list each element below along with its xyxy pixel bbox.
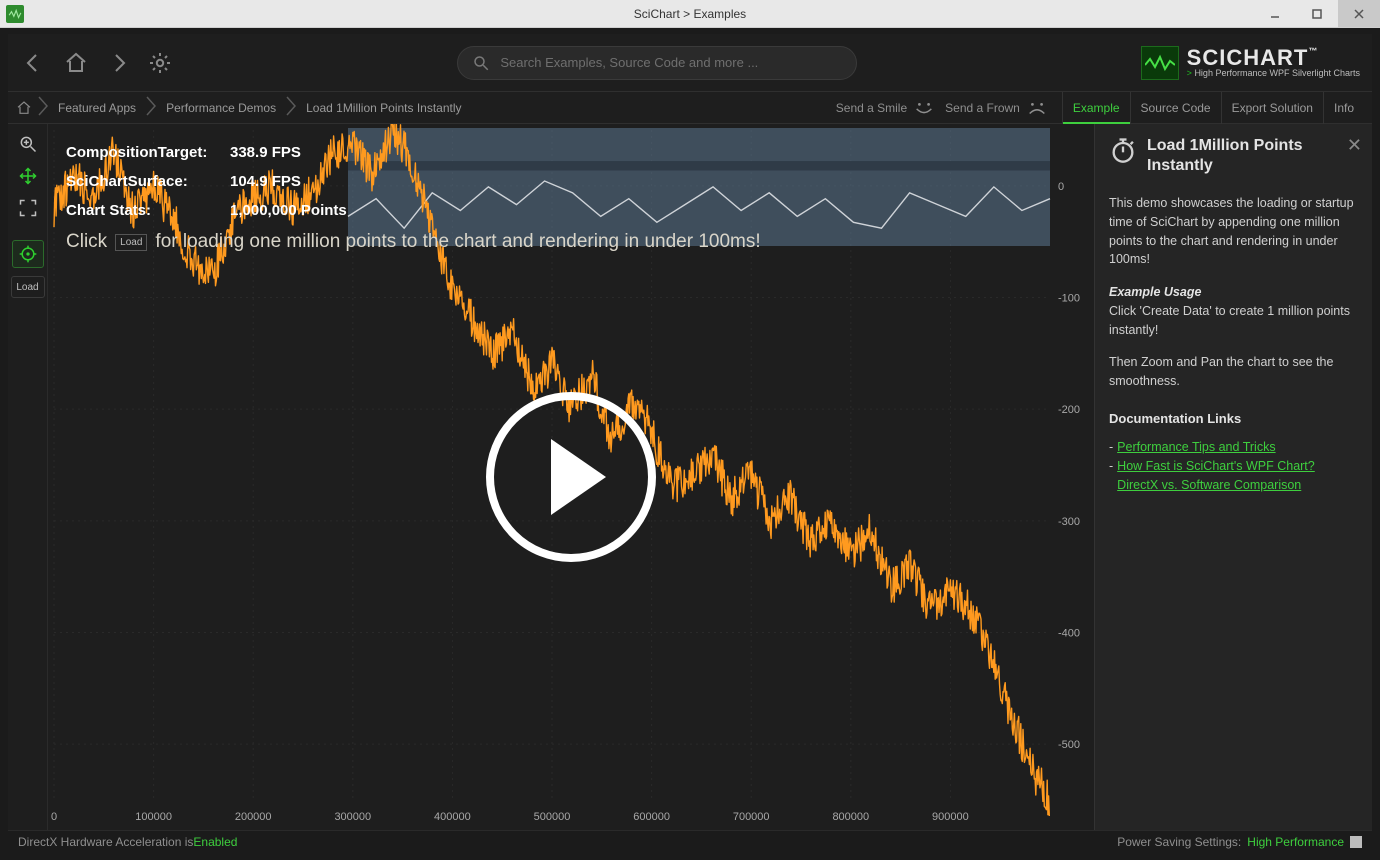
- doc-link[interactable]: Performance Tips and Tricks: [1117, 438, 1275, 457]
- breadcrumb-item[interactable]: Load 1Million Points Instantly: [302, 99, 465, 117]
- gear-icon[interactable]: [146, 49, 174, 77]
- panel-description: This demo showcases the loading or start…: [1109, 194, 1358, 269]
- stats-value: 1,000,000 Points: [230, 202, 347, 219]
- close-button[interactable]: [1338, 0, 1380, 27]
- breadcrumb-home[interactable]: [16, 100, 32, 116]
- svg-text:0: 0: [51, 811, 57, 823]
- breadcrumb-item[interactable]: Featured Apps: [54, 99, 140, 117]
- smile-icon: [913, 99, 935, 117]
- search-icon: [472, 54, 490, 72]
- target-icon[interactable]: [12, 240, 44, 268]
- titlebar: SciChart > Examples: [0, 0, 1380, 28]
- brand-logo[interactable]: SCICHART™ > High Performance WPF Silverl…: [1141, 46, 1360, 80]
- stats-label: SciChartSurface:: [66, 173, 216, 190]
- view-tabs: Example Source Code Export Solution Info: [1062, 92, 1364, 124]
- close-panel-icon[interactable]: ✕: [1347, 132, 1362, 159]
- doc-link[interactable]: How Fast is SciChart's WPF Chart? Direct…: [1117, 457, 1358, 495]
- svg-text:900000: 900000: [932, 811, 969, 823]
- search-box[interactable]: [457, 46, 857, 80]
- svg-text:-400: -400: [1058, 628, 1080, 640]
- svg-text:-500: -500: [1058, 739, 1080, 751]
- svg-text:100000: 100000: [135, 811, 172, 823]
- forward-icon[interactable]: [104, 49, 132, 77]
- stats-value: 104.9 FPS: [230, 173, 301, 190]
- svg-text:-300: -300: [1058, 516, 1080, 528]
- info-panel: ✕ Load 1Million Points Instantly This de…: [1094, 124, 1372, 830]
- load-button[interactable]: Load: [11, 276, 45, 298]
- brand-name: SCICHART: [1187, 45, 1309, 70]
- svg-text:500000: 500000: [534, 811, 571, 823]
- breadcrumb-item[interactable]: Performance Demos: [162, 99, 280, 117]
- play-icon[interactable]: [486, 392, 656, 562]
- svg-text:-200: -200: [1058, 404, 1080, 416]
- status-power[interactable]: High Performance: [1247, 835, 1344, 849]
- stats-value: 338.9 FPS: [230, 144, 301, 161]
- chart-surface[interactable]: 0 100000 200000 300000 400000 500000 600000 700…: [48, 124, 1094, 830]
- tool-strip: Load: [8, 124, 48, 830]
- stopwatch-icon: [1109, 136, 1137, 164]
- svg-text:300000: 300000: [334, 811, 371, 823]
- brand-mark-icon: [1141, 46, 1179, 80]
- window-title: SciChart > Examples: [0, 7, 1380, 21]
- stats-overlay: CompositionTarget: 338.9 FPS SciChartSurf…: [56, 132, 1082, 265]
- stats-label: CompositionTarget:: [66, 144, 216, 161]
- send-frown-button[interactable]: Send a Frown: [945, 99, 1048, 117]
- svg-text:800000: 800000: [832, 811, 869, 823]
- tab-info[interactable]: Info: [1323, 92, 1364, 124]
- svg-text:400000: 400000: [434, 811, 471, 823]
- panel-title: Load 1Million Points Instantly: [1147, 136, 1358, 176]
- usage-heading: Example Usage: [1109, 285, 1201, 299]
- minimize-button[interactable]: [1254, 0, 1296, 27]
- top-toolbar: SCICHART™ > High Performance WPF Silverl…: [8, 34, 1372, 92]
- tab-source-code[interactable]: Source Code: [1130, 92, 1221, 124]
- hint-text: Click Load for loading one million point…: [66, 231, 1072, 253]
- load-inline-button[interactable]: Load: [115, 234, 147, 251]
- pan-icon[interactable]: [12, 162, 44, 190]
- tab-example[interactable]: Example: [1062, 92, 1130, 124]
- status-bar: DirectX Hardware Acceleration is Enabled…: [8, 830, 1372, 852]
- frown-icon: [1026, 99, 1048, 117]
- send-smile-button[interactable]: Send a Smile: [836, 99, 935, 117]
- home-icon[interactable]: [62, 49, 90, 77]
- stats-label: Chart Stats:: [66, 202, 216, 219]
- zoom-extents-icon[interactable]: [12, 130, 44, 158]
- power-plug-icon[interactable]: [1350, 836, 1362, 848]
- search-input[interactable]: [500, 55, 842, 70]
- svg-text:600000: 600000: [633, 811, 670, 823]
- docs-heading: Documentation Links: [1109, 409, 1358, 429]
- maximize-button[interactable]: [1296, 0, 1338, 27]
- tab-export-solution[interactable]: Export Solution: [1221, 92, 1323, 124]
- svg-text:200000: 200000: [235, 811, 272, 823]
- status-accel: Enabled: [193, 835, 237, 849]
- breadcrumb: Featured Apps Performance Demos Load 1Mi…: [16, 95, 466, 120]
- back-icon[interactable]: [20, 49, 48, 77]
- svg-text:700000: 700000: [733, 811, 770, 823]
- fullscreen-icon[interactable]: [12, 194, 44, 222]
- svg-text:-100: -100: [1058, 293, 1080, 305]
- app-icon: [6, 5, 24, 23]
- subbar: Featured Apps Performance Demos Load 1Mi…: [8, 92, 1372, 124]
